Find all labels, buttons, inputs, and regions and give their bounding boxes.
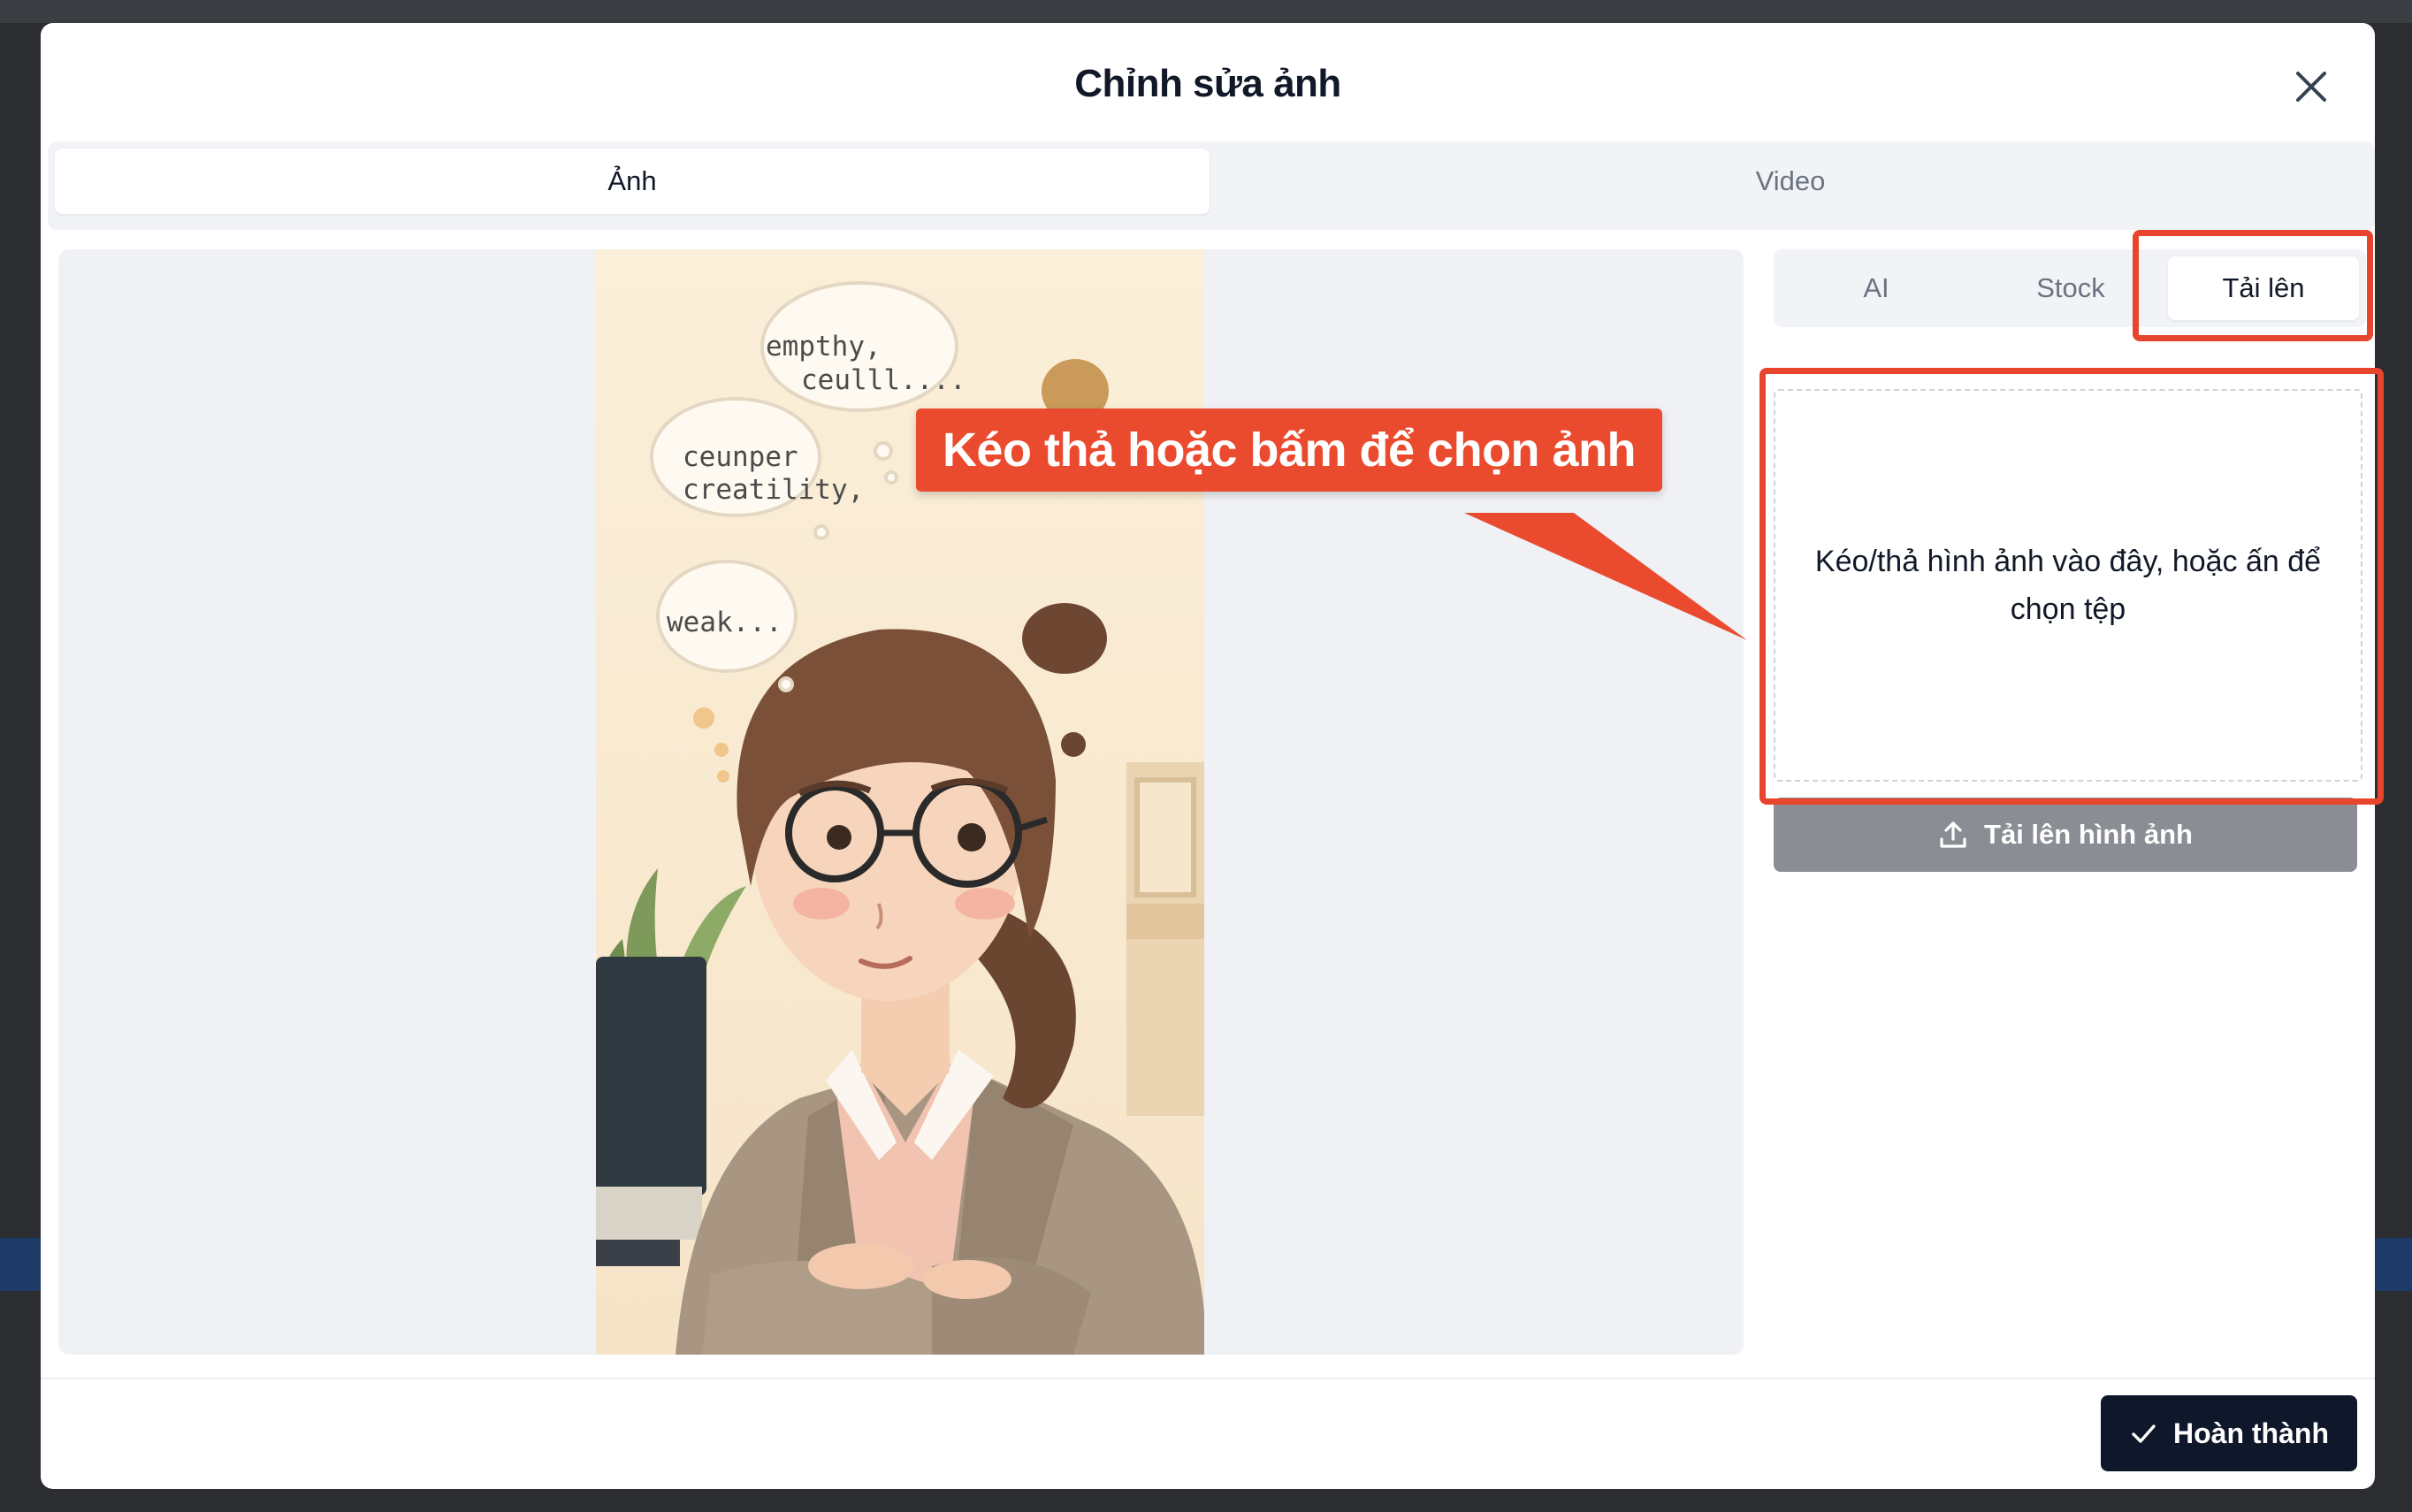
thought-text-3: ceunper <box>683 441 798 473</box>
thought-text-4: creatility, <box>683 474 864 506</box>
thought-text-1: empthy, <box>766 331 882 363</box>
edit-image-modal: Chỉnh sửa ảnh Ảnh Video empthy, ceulll..… <box>41 23 2375 1489</box>
done-button-label: Hoàn thành <box>2173 1417 2329 1449</box>
dropzone-text: Kéo/thả hình ảnh vào đây, hoặc ấn để chọ… <box>1814 545 2322 626</box>
footer-divider <box>41 1378 2375 1379</box>
main-tabs: Ảnh Video <box>48 141 2375 230</box>
tab-video[interactable]: Video <box>1213 149 2368 214</box>
tab-ai[interactable]: AI <box>1781 256 1972 320</box>
done-button[interactable]: Hoàn thành <box>2101 1395 2357 1471</box>
source-tabs: AI Stock Tải lên <box>1774 249 2366 327</box>
thought-text-2: ceulll.... <box>801 364 966 396</box>
annotation-callout: Kéo thả hoặc bấm để chọn ảnh <box>916 409 1662 492</box>
check-icon <box>2132 1424 2156 1443</box>
thought-text-5: weak... <box>667 607 782 638</box>
tab-stock[interactable]: Stock <box>1975 256 2166 320</box>
modal-title: Chỉnh sửa ảnh <box>1074 62 1341 105</box>
backdrop-side-strip <box>0 1238 41 1291</box>
backdrop-panel <box>0 0 2412 23</box>
tab-upload[interactable]: Tải lên <box>2168 256 2359 320</box>
upload-image-button[interactable]: Tải lên hình ảnh <box>1774 798 2357 872</box>
upload-button-label: Tải lên hình ảnh <box>1984 819 2193 850</box>
tab-image[interactable]: Ảnh <box>55 149 1210 214</box>
close-button[interactable] <box>2285 60 2338 113</box>
close-icon <box>2296 72 2326 102</box>
upload-dropzone[interactable]: Kéo/thả hình ảnh vào đây, hoặc ấn để chọ… <box>1774 389 2362 782</box>
backdrop-side-strip-right <box>2375 1238 2412 1291</box>
upload-icon <box>1940 821 1966 848</box>
